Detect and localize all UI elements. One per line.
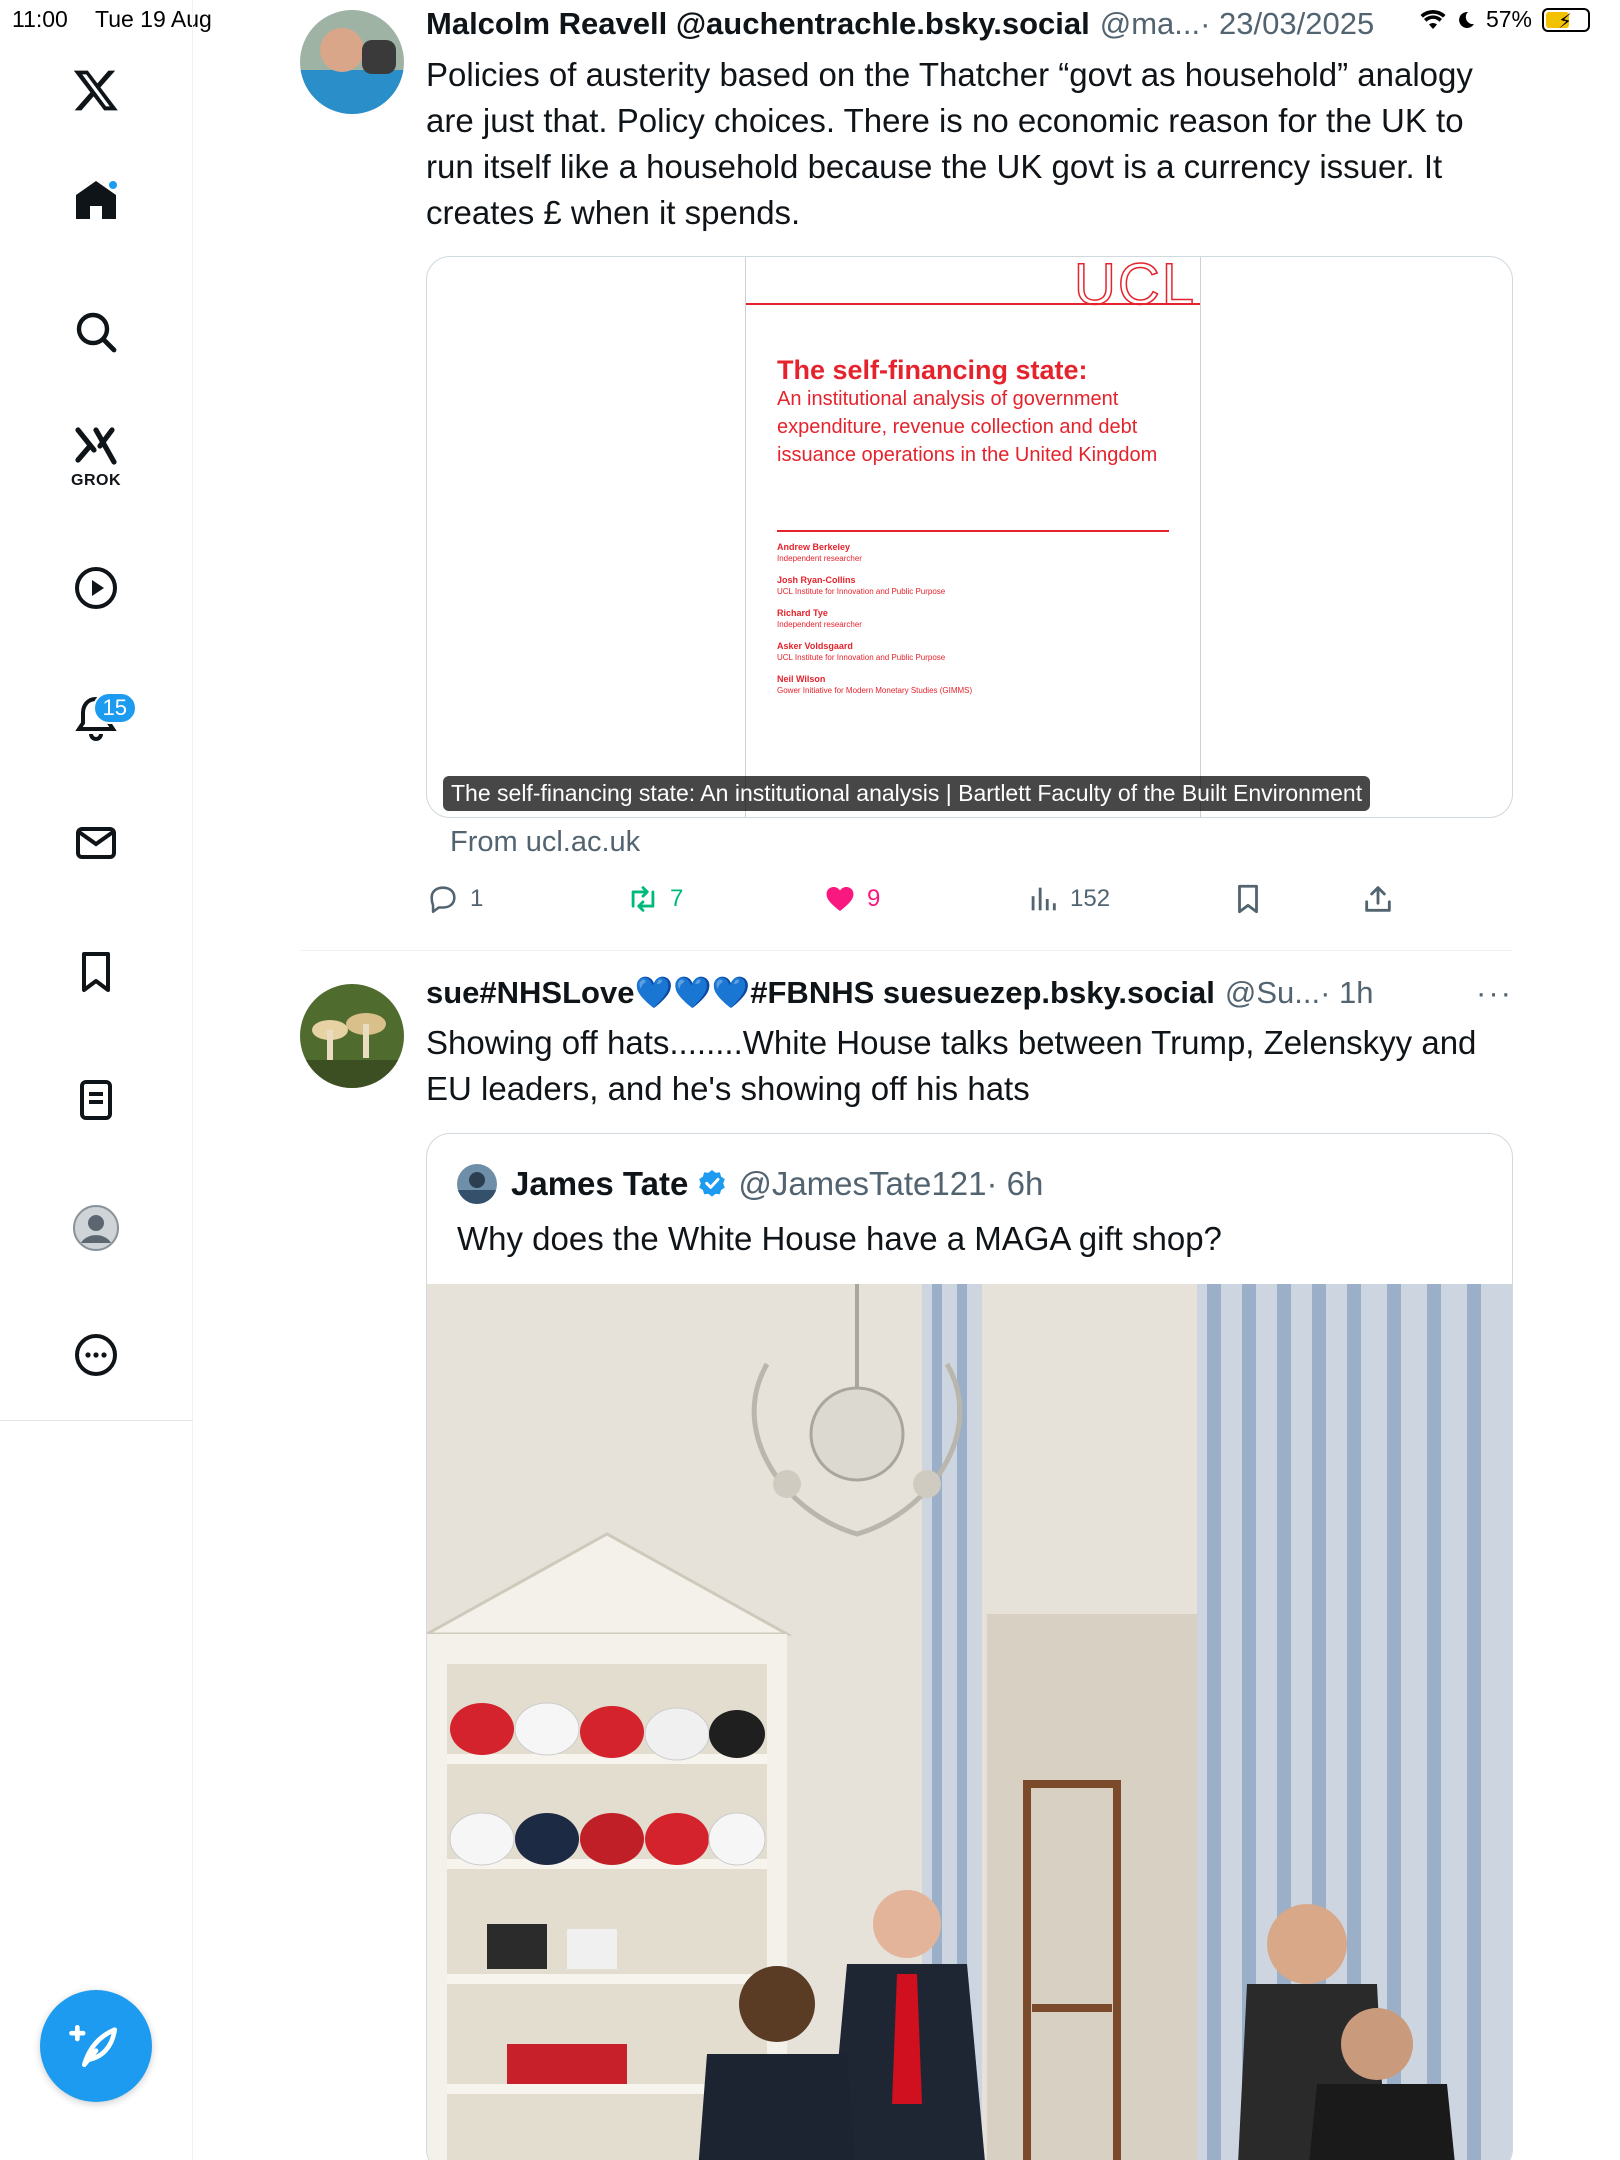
- bookmark-button[interactable]: [1231, 882, 1265, 916]
- sidebar-item-lists[interactable]: [51, 1055, 141, 1145]
- x-logo-icon[interactable]: [51, 45, 141, 135]
- reply-icon: [430, 886, 456, 914]
- reply-count: 1: [470, 885, 484, 912]
- grok-label: GROK: [71, 472, 121, 489]
- ucl-logo: UCL: [1073, 256, 1196, 318]
- doc-author: Andrew Berkeley Independent researcher: [777, 541, 1177, 564]
- sidebar-item-profile[interactable]: [51, 1183, 141, 1273]
- bookmark-icon: [82, 952, 110, 992]
- compose-button[interactable]: [40, 1990, 152, 2102]
- post-time[interactable]: · 1h: [1320, 975, 1373, 1011]
- views-bar-chart-icon: [1031, 887, 1056, 911]
- doc-author: Neil Wilson Gower Initiative for Modern M…: [777, 673, 1177, 696]
- profile-avatar-icon: [73, 1205, 119, 1251]
- quoted-post-photo[interactable]: [427, 1284, 1512, 2160]
- doc-title: The self-financing state:: [777, 355, 1088, 385]
- doc-rule-top: [746, 303, 1200, 305]
- bookmark-icon: [1238, 884, 1258, 914]
- quoted-post[interactable]: James Tate @JamesTate121 · 6h Why does t…: [426, 1133, 1513, 2160]
- views-button[interactable]: 152: [1026, 882, 1110, 916]
- timeline: Malcolm Reavell @auchentrachle.bsky.soci…: [193, 0, 1620, 2160]
- post-header: Malcolm Reavell @auchentrachle.bsky.soci…: [426, 6, 1513, 42]
- doc-author-name: Richard Tye: [777, 608, 828, 618]
- more-circle-icon: [75, 1334, 117, 1376]
- list-icon: [80, 1080, 112, 1120]
- link-card[interactable]: UCL The self-financing state: An institu…: [426, 256, 1513, 818]
- share-button[interactable]: [1361, 882, 1395, 916]
- like-count: 9: [867, 885, 881, 912]
- home-unread-dot: [107, 179, 119, 191]
- search-icon: [76, 312, 117, 353]
- photo-illustration: [427, 1284, 1512, 2160]
- post-more-button[interactable]: ···: [1476, 975, 1513, 1011]
- play-circle-icon: [75, 567, 117, 609]
- quoted-post-time[interactable]: · 6h: [986, 1165, 1043, 1203]
- doc-author: Josh Ryan-Collins UCL Institute for Innov…: [777, 574, 1177, 597]
- like-button[interactable]: 9: [823, 882, 880, 916]
- quoted-author-handle[interactable]: @JamesTate121: [738, 1165, 986, 1203]
- avatar[interactable]: [300, 984, 404, 1088]
- author-handle[interactable]: @Su...: [1225, 975, 1320, 1011]
- sidebar: GROK 15: [0, 0, 193, 2160]
- doc-author-affiliation: Independent researcher: [777, 620, 862, 629]
- doc-rule-mid: [777, 530, 1169, 532]
- quoted-avatar[interactable]: [457, 1164, 497, 1204]
- doc-subtitle: An institutional analysis of government …: [777, 388, 1158, 466]
- sidebar-item-messages[interactable]: [51, 798, 141, 888]
- sidebar-item-explore[interactable]: [51, 287, 141, 377]
- quoted-post-header: James Tate @JamesTate121 · 6h: [457, 1164, 1043, 1204]
- view-count: 152: [1070, 885, 1111, 912]
- link-card-title: The self-financing state: An institution…: [443, 776, 1371, 811]
- repost-count: 7: [670, 885, 684, 912]
- doc-author-affiliation: Independent researcher: [777, 554, 862, 563]
- post-text: Policies of austerity based on the Thatc…: [426, 56, 1473, 231]
- share-icon: [1365, 886, 1391, 912]
- link-source[interactable]: From ucl.ac.uk: [450, 826, 640, 859]
- grok-icon: [75, 427, 117, 465]
- doc-author-name: Asker Voldsgaard: [777, 641, 853, 651]
- repost-icon: [631, 886, 655, 912]
- quoted-post-text: Why does the White House have a MAGA gif…: [457, 1220, 1222, 1257]
- post-time[interactable]: · 23/03/2025: [1200, 6, 1374, 42]
- sidebar-item-bookmarks[interactable]: [51, 927, 141, 1017]
- doc-authors: Andrew Berkeley Independent researcher Jos…: [777, 539, 1177, 696]
- sidebar-item-grok[interactable]: GROK: [51, 410, 141, 500]
- post-divider: [300, 950, 1513, 951]
- doc-author-affiliation: UCL Institute for Innovation and Public …: [777, 653, 946, 662]
- doc-author-affiliation: UCL Institute for Innovation and Public …: [777, 587, 946, 596]
- sidebar-divider: [0, 1420, 193, 1421]
- quoted-author-name[interactable]: James Tate: [511, 1165, 688, 1203]
- author-name[interactable]: Malcolm Reavell @auchentrachle.bsky.soci…: [426, 6, 1090, 42]
- sidebar-item-videos[interactable]: [51, 543, 141, 633]
- sidebar-item-more[interactable]: [51, 1310, 141, 1400]
- reply-button[interactable]: 1: [426, 882, 483, 916]
- author-handle[interactable]: @ma...: [1100, 6, 1200, 42]
- repost-button[interactable]: 7: [626, 882, 683, 916]
- sidebar-item-notifications[interactable]: 15: [51, 672, 141, 762]
- doc-author-affiliation: Gower Initiative for Modern Monetary Stu…: [777, 686, 973, 695]
- doc-author-name: Josh Ryan-Collins: [777, 575, 856, 585]
- post-actions: 1 7 9 152: [426, 882, 1426, 922]
- doc-author: Richard Tye Independent researcher: [777, 607, 1177, 630]
- compose-feather-icon: [69, 2025, 117, 2067]
- document-preview: UCL The self-financing state: An institu…: [745, 256, 1201, 817]
- verified-badge-icon: [699, 1170, 726, 1197]
- avatar[interactable]: [300, 10, 404, 114]
- doc-author: Asker Voldsgaard UCL Institute for Innova…: [777, 640, 1177, 663]
- sidebar-item-home[interactable]: [51, 155, 141, 245]
- heart-icon: [826, 886, 854, 912]
- post-text: Showing off hats........White House talk…: [426, 1024, 1477, 1107]
- author-name[interactable]: sue#NHSLove💙💙💙#FBNHS suesuezep.bsky.soci…: [426, 974, 1215, 1011]
- mail-icon: [76, 827, 116, 859]
- doc-author-name: Neil Wilson: [777, 674, 826, 684]
- doc-author-name: Andrew Berkeley: [777, 542, 851, 552]
- post-header: sue#NHSLove💙💙💙#FBNHS suesuezep.bsky.soci…: [426, 974, 1513, 1011]
- notifications-badge: 15: [92, 692, 137, 724]
